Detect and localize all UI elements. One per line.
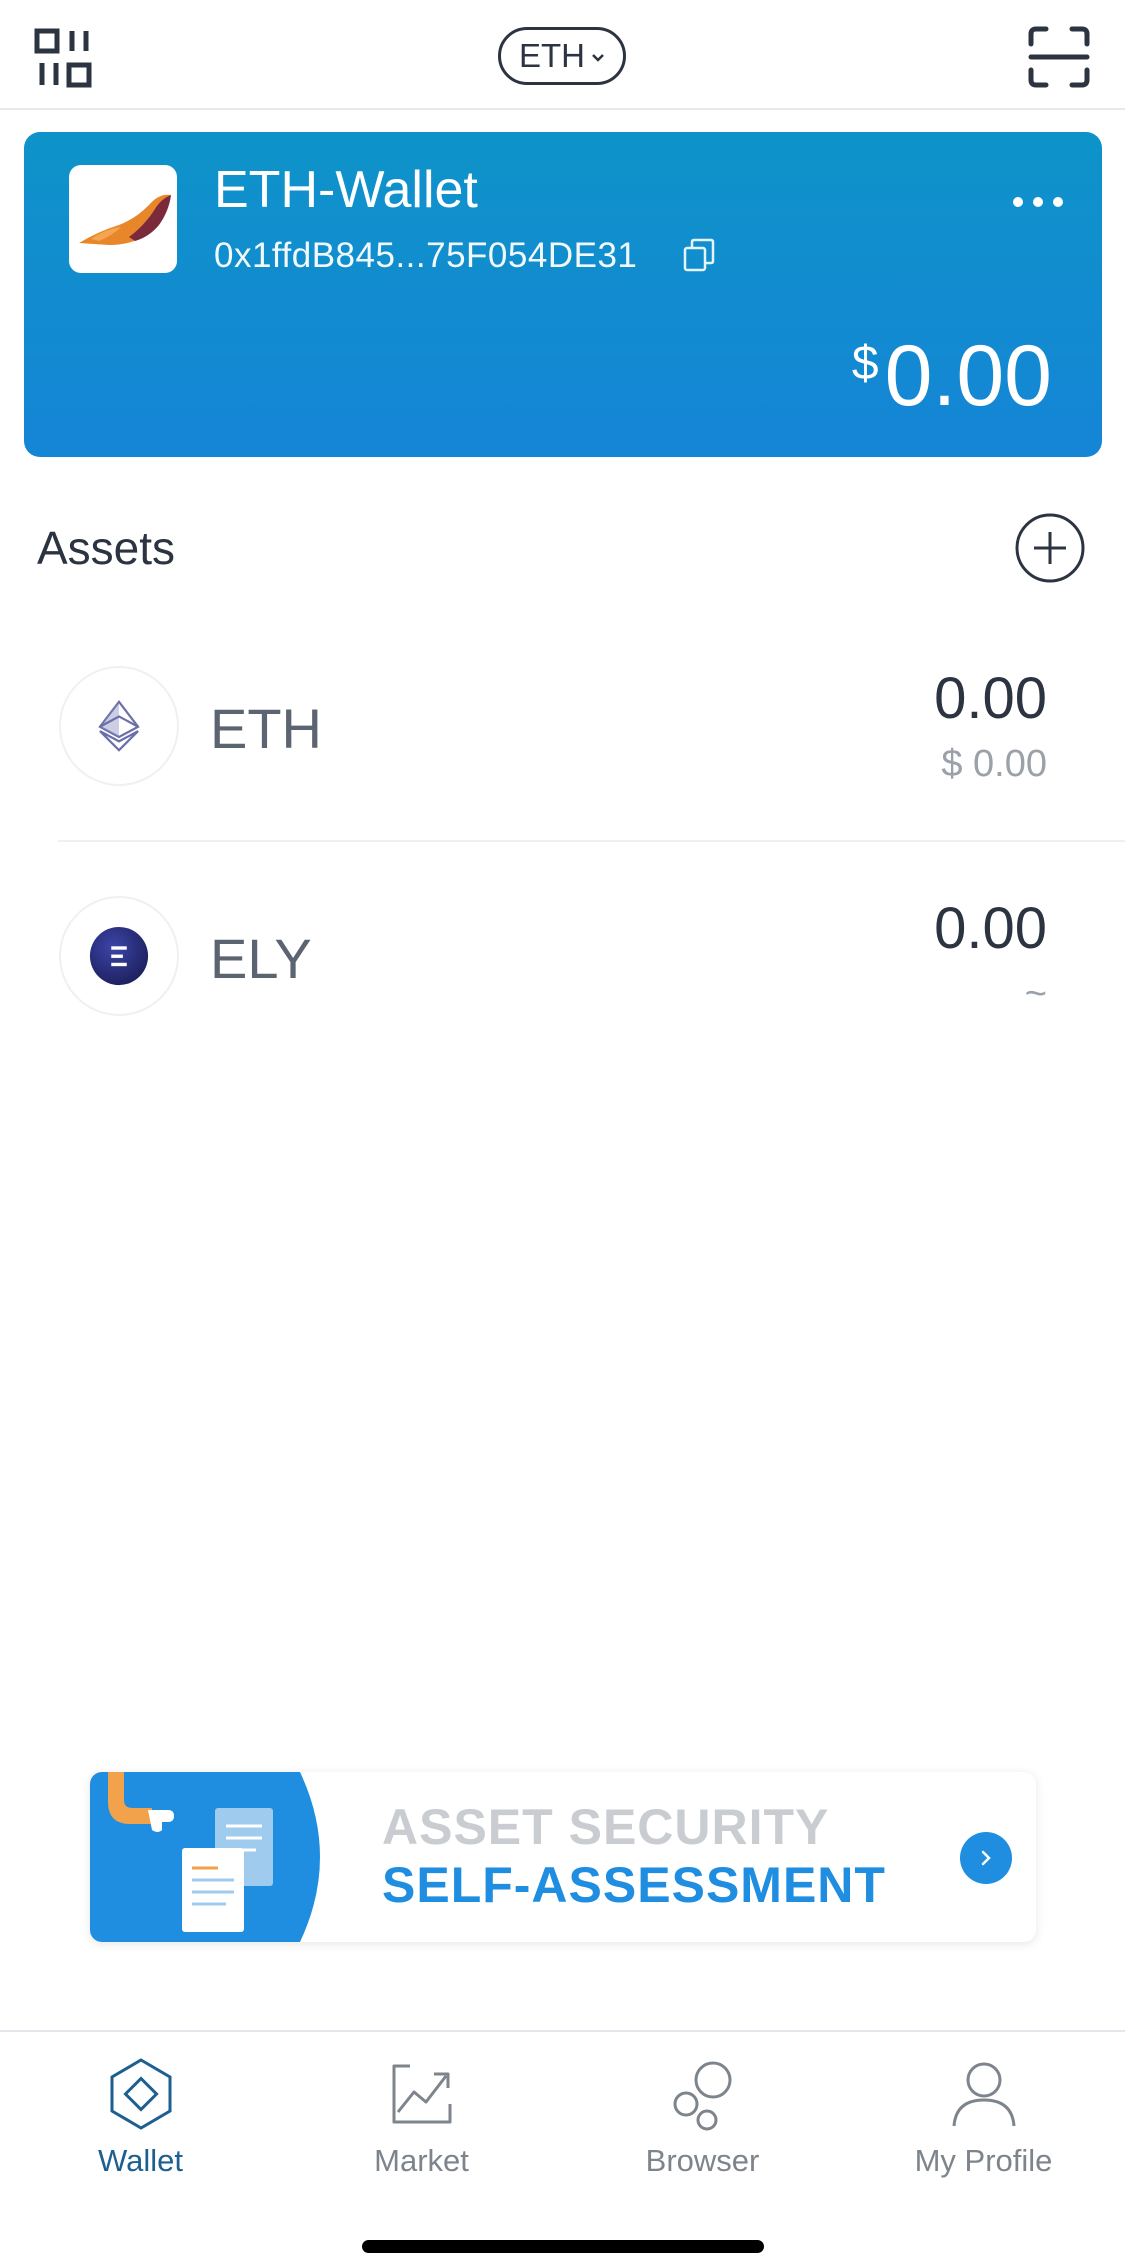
balance-amount: 0.00 bbox=[884, 328, 1052, 424]
asset-amount: 0.00 bbox=[934, 896, 1047, 961]
assets-title: Assets bbox=[37, 522, 176, 574]
chain-selector[interactable]: ETH bbox=[498, 27, 626, 85]
wallet-balance: $ 0.00 bbox=[852, 332, 1052, 420]
balance-currency: $ bbox=[851, 337, 879, 390]
wallet-card[interactable]: ETH-Wallet 0x1ffdB845...75F054DE31 $ 0.0… bbox=[24, 132, 1102, 457]
asset-fiat-value: $ 0.00 bbox=[941, 743, 1047, 785]
asset-row-ely[interactable]: ELY 0.00 ~ bbox=[0, 842, 1125, 1072]
chevron-down-icon bbox=[592, 54, 604, 62]
tab-wallet[interactable]: Wallet bbox=[0, 2054, 281, 2194]
market-tab-icon bbox=[392, 2064, 451, 2124]
top-bar: ETH bbox=[0, 0, 1125, 110]
tab-label: Wallet bbox=[98, 2143, 183, 2178]
wallet-name: ETH-Wallet bbox=[214, 161, 478, 219]
scan-icon[interactable] bbox=[1028, 26, 1090, 88]
browser-tab-icon bbox=[673, 2061, 731, 2131]
tab-label: My Profile bbox=[914, 2143, 1053, 2178]
asset-fiat-value: ~ bbox=[1024, 973, 1047, 1015]
asset-symbol: ETH bbox=[210, 697, 322, 760]
security-illustration-icon bbox=[90, 1772, 330, 1942]
qr-code-icon[interactable] bbox=[34, 28, 94, 88]
chevron-right-icon[interactable] bbox=[960, 1832, 1012, 1884]
wallet-address: 0x1ffdB845...75F054DE31 bbox=[214, 236, 638, 275]
profile-tab-icon bbox=[952, 2062, 1015, 2127]
home-indicator bbox=[362, 2240, 764, 2253]
banner-title-line2: SELF-ASSESSMENT bbox=[382, 1857, 886, 1913]
ely-coin-icon bbox=[59, 896, 179, 1016]
wallet-logo-icon bbox=[69, 165, 177, 273]
tab-browser[interactable]: Browser bbox=[562, 2054, 843, 2194]
tab-label: Market bbox=[374, 2143, 469, 2178]
wallet-screen: ETH ETH-Wallet 0x1ffdB845...75F054DE31 $… bbox=[0, 0, 1125, 2261]
plus-circle-icon[interactable] bbox=[1014, 512, 1086, 584]
chain-label: ETH bbox=[519, 37, 585, 74]
tab-my-profile[interactable]: My Profile bbox=[843, 2054, 1124, 2194]
bottom-tab-bar: Wallet Market Browser My Profile bbox=[0, 2030, 1125, 2261]
asset-symbol: ELY bbox=[210, 927, 312, 990]
tab-label: Browser bbox=[645, 2143, 760, 2178]
wallet-tab-icon bbox=[110, 2058, 171, 2130]
asset-row-eth[interactable]: ETH 0.00 $ 0.00 bbox=[0, 612, 1125, 842]
security-assessment-banner[interactable]: ASSET SECURITY SELF-ASSESSMENT bbox=[90, 1772, 1036, 1942]
tab-market[interactable]: Market bbox=[281, 2054, 562, 2194]
banner-title-line1: ASSET SECURITY bbox=[382, 1799, 830, 1855]
more-dots-icon[interactable] bbox=[1008, 184, 1068, 220]
asset-amount: 0.00 bbox=[934, 666, 1047, 731]
ethereum-icon bbox=[59, 666, 179, 786]
copy-icon[interactable] bbox=[681, 237, 717, 273]
